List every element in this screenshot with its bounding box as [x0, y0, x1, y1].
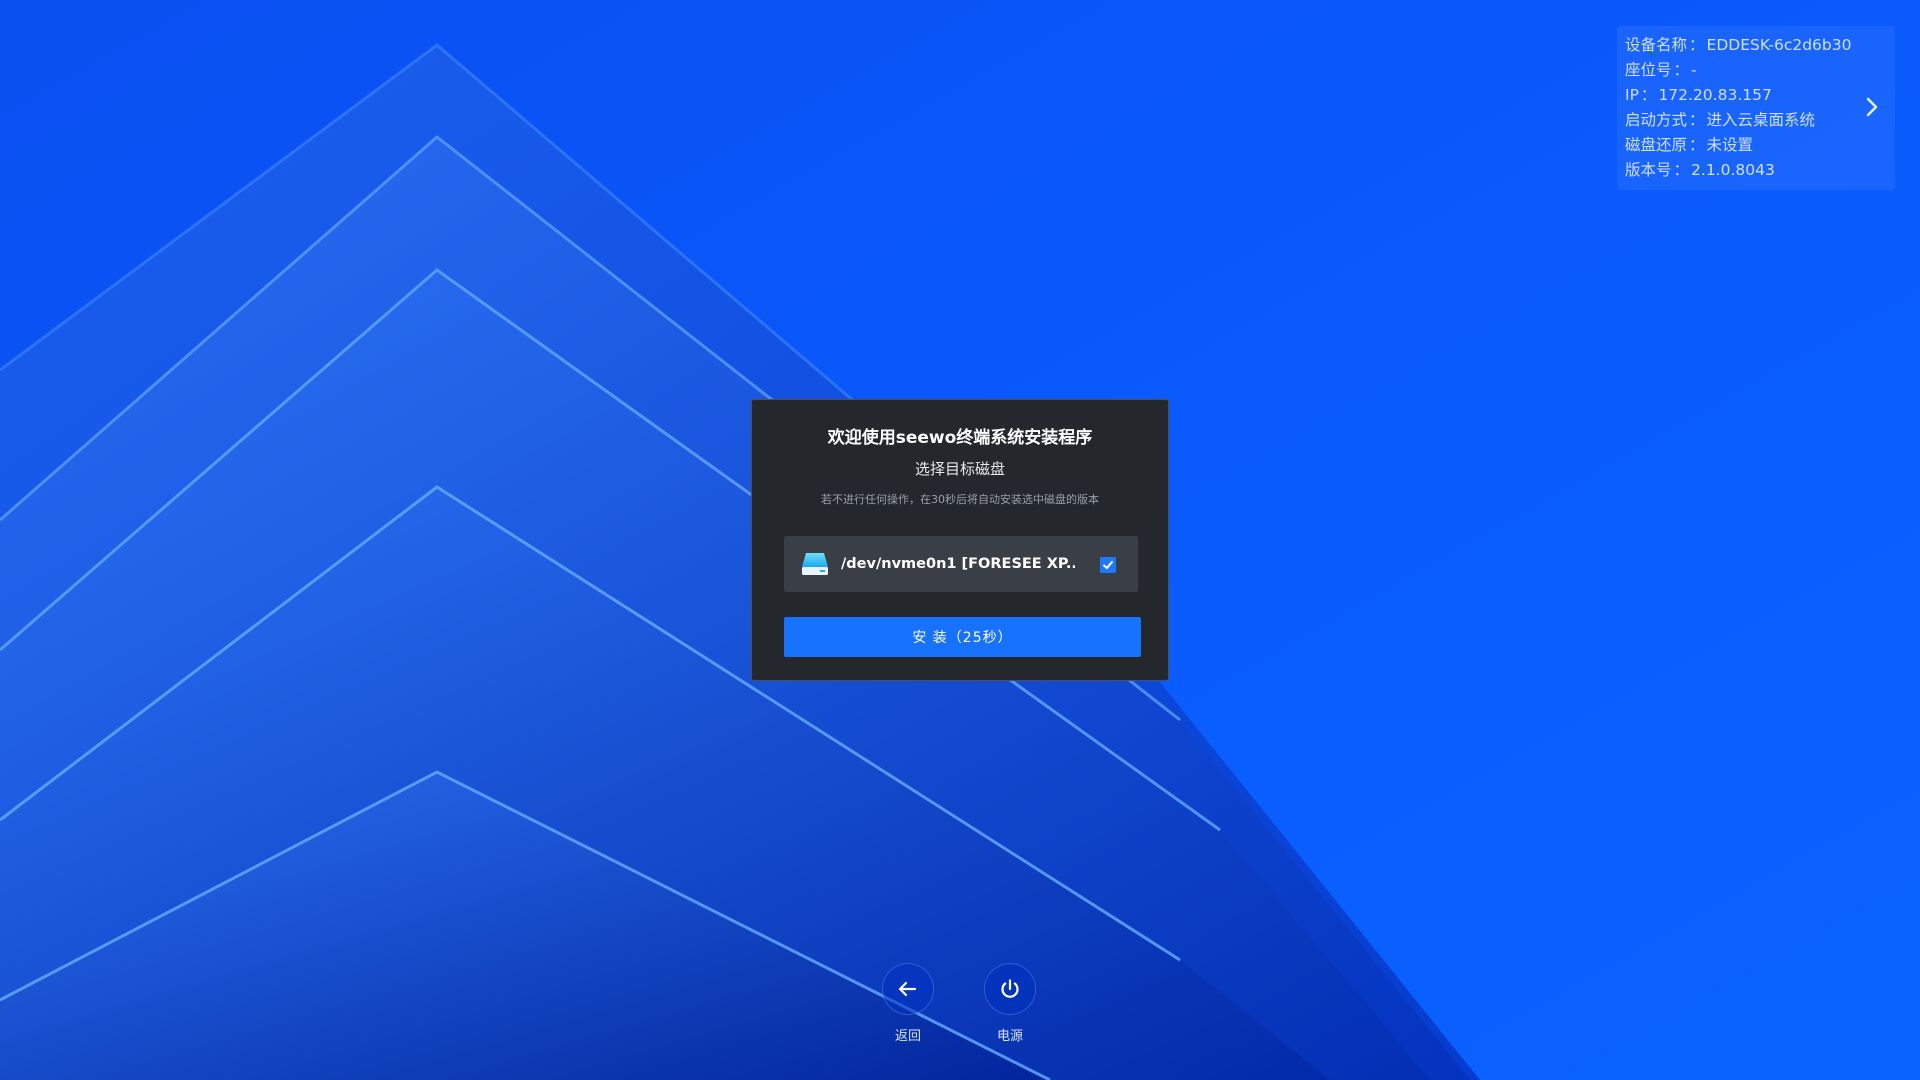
separator: ： — [1673, 161, 1690, 179]
ip-value: 172.20.83.157 — [1658, 86, 1772, 104]
separator: ： — [1673, 61, 1690, 79]
version-row: 版本号： 2.1.0.8043 — [1625, 158, 1895, 183]
power-icon — [1001, 979, 1019, 998]
disk-drive-icon — [802, 553, 828, 575]
version-label: 版本号 — [1625, 161, 1672, 179]
separator: ： — [1689, 36, 1705, 54]
power-control: 电源 — [980, 963, 1040, 1044]
separator: ： — [1689, 136, 1705, 154]
seat-value: - — [1691, 61, 1697, 79]
seat-label: 座位号 — [1625, 61, 1672, 79]
device-name-value: EDDESK-6c2d6b30 — [1706, 36, 1852, 54]
install-button[interactable]: 安 装（25秒） — [784, 617, 1141, 657]
back-control: 返回 — [878, 963, 938, 1044]
disk-option[interactable]: /dev/nvme0n1 [FORESEE XP... — [784, 536, 1138, 592]
disk-checkbox[interactable] — [1100, 557, 1116, 573]
back-label: 返回 — [894, 1029, 921, 1044]
installer-dialog: 欢迎使用seewo终端系统安装程序 选择目标磁盘 若不进行任何操作，在30秒后将… — [751, 399, 1169, 681]
disk-restore-value: 未设置 — [1706, 136, 1754, 154]
ip-label: IP — [1625, 86, 1639, 104]
disk-label: /dev/nvme0n1 [FORESEE XP... — [841, 556, 1075, 572]
device-info-panel: 设备名称： EDDESK-6c2d6b30 座位号： - IP： 172.20.83.… — [1617, 26, 1895, 190]
dialog-subtitle: 选择目标磁盘 — [914, 460, 1005, 478]
back-button[interactable] — [882, 963, 934, 1015]
device-name-row: 设备名称： EDDESK-6c2d6b30 — [1625, 33, 1895, 58]
boot-mode-value: 进入云桌面系统 — [1706, 111, 1816, 129]
boot-mode-label: 启动方式 — [1625, 111, 1688, 129]
arrow-left-icon — [898, 981, 917, 997]
seat-row: 座位号： - — [1625, 58, 1895, 83]
dialog-title: 欢迎使用seewo终端系统安装程序 — [827, 428, 1093, 448]
checkmark-icon — [1103, 561, 1113, 569]
installer-screen: 设备名称： EDDESK-6c2d6b30 座位号： - IP： 172.20.83.… — [0, 0, 1920, 1080]
disk-restore-label: 磁盘还原 — [1625, 136, 1688, 154]
auto-install-hint: 若不进行任何操作，在30秒后将自动安装选中磁盘的版本 — [821, 493, 1099, 506]
ip-row: IP： 172.20.83.157 — [1625, 83, 1895, 108]
disk-restore-row: 磁盘还原：未设置 — [1625, 133, 1895, 158]
boot-mode-row: 启动方式：进入云桌面系统 — [1625, 108, 1895, 133]
version-value: 2.1.0.8043 — [1691, 161, 1775, 179]
separator: ： — [1689, 111, 1705, 129]
power-button[interactable] — [984, 963, 1036, 1015]
chevron-right-icon[interactable] — [1859, 94, 1885, 120]
device-name-label: 设备名称 — [1625, 36, 1688, 54]
separator: ： — [1640, 86, 1657, 104]
power-label: 电源 — [996, 1029, 1023, 1044]
